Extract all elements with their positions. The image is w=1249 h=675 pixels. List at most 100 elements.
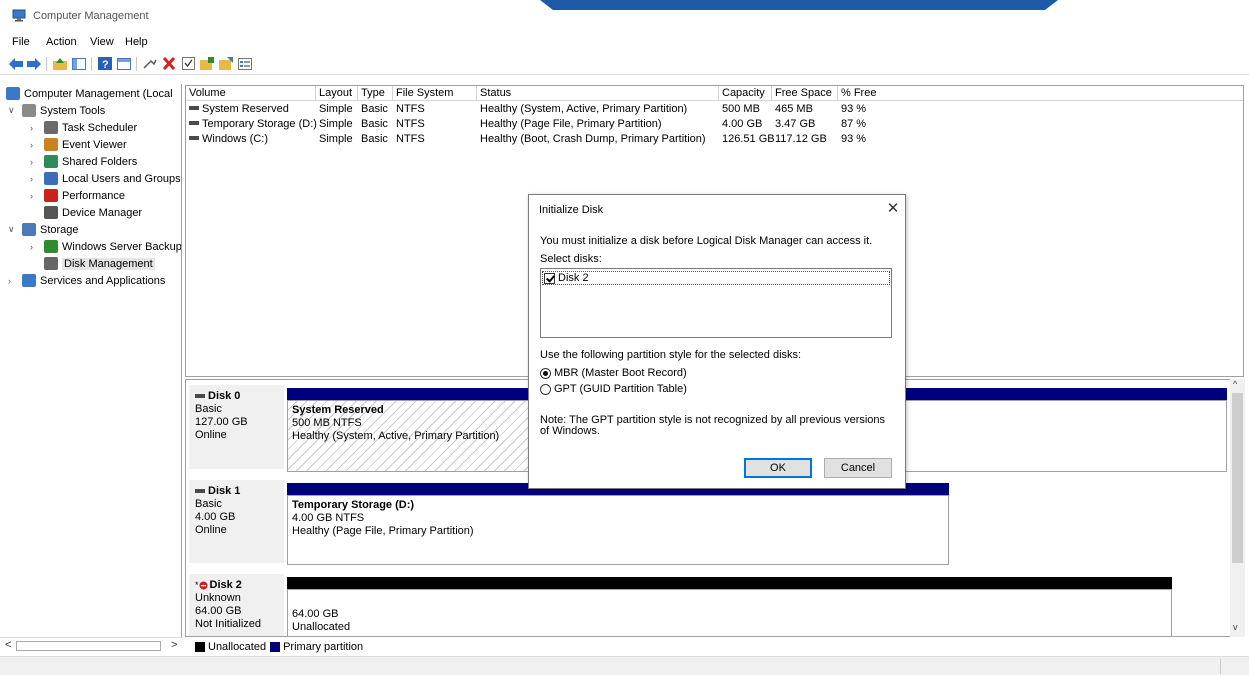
show-hide-tree-icon[interactable] [71,56,87,71]
table-cell: Healthy (System, Active, Primary Partiti… [480,103,688,115]
tree-item[interactable]: Disk Management [30,255,155,272]
table-cell: Simple [319,103,353,115]
disk-select-list[interactable]: Disk 2 [540,268,892,338]
partition-temporary-storage[interactable]: Temporary Storage (D:) 4.00 GB NTFS Heal… [287,495,949,565]
disk-2-checkbox[interactable] [544,272,555,284]
close-icon[interactable]: ✕ [885,199,901,217]
disk-2-label[interactable]: * Disk 2 Unknown 64.00 GB Not Initialize… [189,574,284,636]
table-cell: 126.51 GB [722,133,775,145]
chevron-right-icon[interactable]: › [8,276,18,286]
back-icon[interactable] [8,56,24,71]
disk-icon [195,488,205,493]
disk-view-vertical-scrollbar[interactable]: ^ v [1230,379,1245,637]
help-icon[interactable]: ? [97,56,113,71]
forward-icon[interactable] [26,56,42,71]
menu-help[interactable]: Help [125,36,148,48]
table-row[interactable]: Windows (C:) Simple Basic NTFS Healthy (Boot… [186,132,1243,147]
tree-item[interactable]: › Local Users and Groups [30,170,181,187]
scrollbar-thumb[interactable] [16,641,161,651]
table-row[interactable]: System Reserved Simple Basic NTFS Healthy (S… [186,102,1243,117]
new-folder-icon[interactable] [199,56,215,71]
tree-item[interactable]: › Event Viewer [30,136,127,153]
column-status[interactable]: Status [477,86,719,101]
cancel-button[interactable]: Cancel [824,458,892,478]
tree-item[interactable]: › Shared Folders [30,153,137,170]
disk-0-label[interactable]: Disk 0 Basic 127.00 GB Online [189,385,284,469]
volume-icon [189,106,199,111]
tree-item[interactable]: › Windows Server Backup [30,238,181,255]
menu-file[interactable]: File [12,36,30,48]
view-list-icon[interactable] [237,56,253,71]
tree-item-label: System Tools [40,104,106,117]
chevron-right-icon[interactable]: › [30,174,40,184]
table-cell: Healthy (Boot, Crash Dump, Primary Parti… [480,133,706,145]
column-percent-free[interactable]: % Free [838,86,1243,101]
table-cell: 3.47 GB [775,118,816,130]
disk-1-label[interactable]: Disk 1 Basic 4.00 GB Online [189,480,284,563]
navigation-tree: Computer Management (Local ∨ System Tools ›… [0,84,182,637]
list-item-disk-2[interactable]: Disk 2 [542,271,890,285]
tree-item[interactable]: ∨ Storage [8,221,79,238]
table-cell: Healthy (Page File, Primary Partition) [480,118,662,130]
ok-button[interactable]: OK [744,458,812,478]
tree-item-label: Shared Folders [62,155,138,168]
scroll-down-icon[interactable]: v [1233,622,1238,632]
menu-view[interactable]: View [90,36,114,48]
not-initialized-icon [199,581,208,590]
system-tools-icon [22,104,36,117]
properties-icon[interactable] [116,56,132,71]
legend-primary-partition: Primary partition [283,640,364,653]
check-icon[interactable] [180,56,196,71]
up-folder-icon[interactable] [52,56,68,71]
table-cell: Basic [361,133,388,145]
mbr-option[interactable]: MBR (Master Boot Record) [540,367,687,379]
tree-item[interactable]: › Performance [30,187,125,204]
table-row[interactable]: Temporary Storage (D:) Simple Basic NTFS Hea… [186,117,1243,132]
column-type[interactable]: Type [358,86,393,101]
scroll-left-icon[interactable]: < [5,639,11,651]
volume-icon [189,121,199,126]
menu-action[interactable]: Action [46,36,77,48]
tree-item[interactable]: Computer Management (Local [6,85,173,102]
legend-unallocated: Unallocated [208,640,267,653]
chevron-right-icon[interactable]: › [30,191,40,201]
column-free-space[interactable]: Free Space [772,86,838,101]
chevron-right-icon[interactable]: › [30,242,40,252]
tree-item[interactable]: Device Manager [30,204,142,221]
background-window-strip [540,0,1058,10]
tree-item[interactable]: › Services and Applications [8,272,165,289]
volume-list-header: Volume Layout Type File System Status Ca… [186,86,1243,101]
table-cell: Simple [319,133,353,145]
tree-horizontal-scrollbar[interactable]: < > [0,637,183,654]
title-bar: Computer Management [0,0,1249,30]
partition-system-reserved[interactable]: System Reserved 500 MB NTFS Healthy (Sys… [287,400,530,472]
connect-icon[interactable] [142,56,158,71]
tree-item[interactable]: ∨ System Tools [8,102,105,119]
scroll-up-icon[interactable]: ^ [1233,379,1237,389]
column-capacity[interactable]: Capacity [719,86,772,101]
tree-item[interactable]: › Task Scheduler [30,119,137,136]
table-cell: Windows (C:) [186,132,268,147]
table-cell: 93 % [841,103,867,115]
open-folder-icon[interactable] [218,56,234,71]
unallocated-space-disk-2[interactable]: 64.00 GB Unallocated [287,589,1172,636]
chevron-right-icon[interactable]: › [30,140,40,150]
scroll-right-icon[interactable]: > [171,639,177,651]
gpt-option[interactable]: GPT (GUID Partition Table) [540,383,687,395]
mbr-radio[interactable] [540,367,551,379]
gpt-radio[interactable] [540,383,551,395]
performance-icon [44,189,58,202]
disk-legend: Unallocated Primary partition [185,639,363,654]
chevron-right-icon[interactable]: › [30,123,40,133]
scrollbar-thumb[interactable] [1232,393,1243,563]
users-icon [44,172,58,185]
chevron-down-icon[interactable]: ∨ [8,105,18,116]
column-layout[interactable]: Layout [316,86,358,101]
chevron-right-icon[interactable]: › [30,157,40,167]
column-file-system[interactable]: File System [393,86,477,101]
device-manager-icon [44,206,58,219]
chevron-down-icon[interactable]: ∨ [8,224,18,235]
delete-icon[interactable] [161,56,177,71]
initialize-disk-dialog: Initialize Disk ✕ You must initialize a … [528,194,906,489]
column-volume[interactable]: Volume [186,86,316,101]
